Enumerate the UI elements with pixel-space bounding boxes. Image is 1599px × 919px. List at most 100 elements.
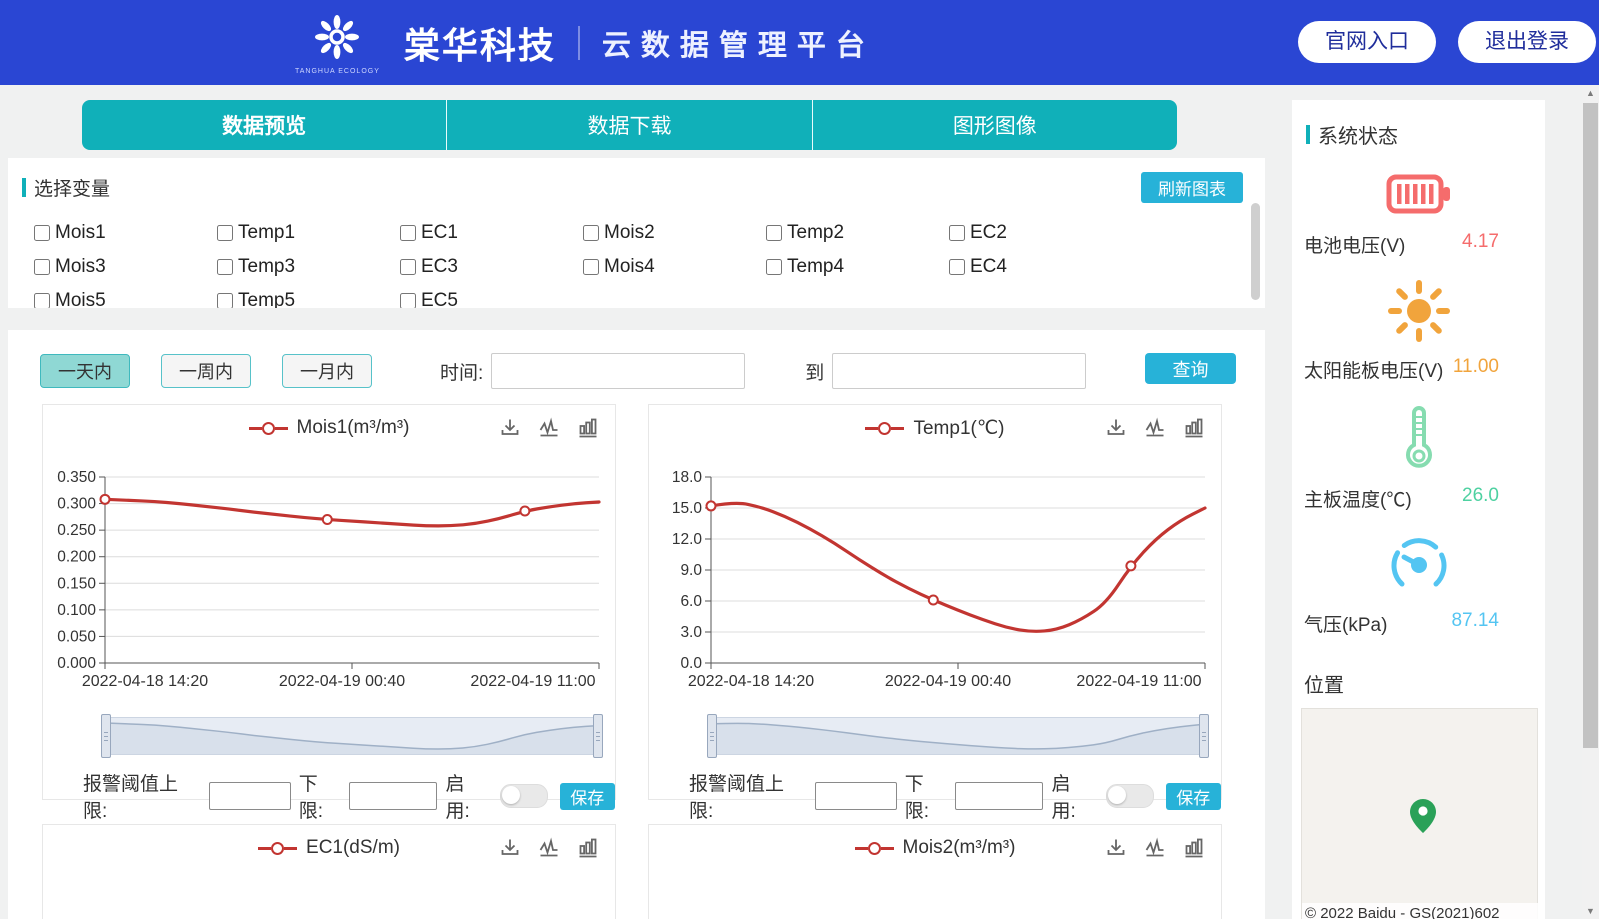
checkbox-ec2[interactable]: EC2	[949, 222, 1132, 244]
alarm-lower-input[interactable]	[349, 782, 437, 810]
legend-line-icon	[855, 847, 868, 850]
checkbox-temp3[interactable]: Temp3	[217, 256, 400, 278]
datazoom-right-handle[interactable]	[593, 714, 603, 758]
bar-chart-icon[interactable]	[577, 417, 599, 439]
board-temp-label: 主板温度(℃)	[1304, 485, 1412, 512]
range-one-day-button[interactable]: 一天内	[40, 354, 130, 388]
temp4-checkbox[interactable]	[766, 259, 782, 275]
alarm-upper-input[interactable]	[815, 782, 897, 810]
scroll-down-arrow[interactable]: ▼	[1582, 903, 1599, 919]
mois4-checkbox[interactable]	[583, 259, 599, 275]
checkbox-mois1[interactable]: Mois1	[34, 222, 217, 244]
download-icon[interactable]	[1105, 417, 1127, 439]
scrollbar-thumb[interactable]	[1583, 103, 1598, 748]
official-site-button[interactable]: 官网入口	[1298, 21, 1436, 63]
temp5-checkbox[interactable]	[217, 293, 233, 308]
download-icon[interactable]	[499, 837, 521, 859]
legend-circle-icon	[262, 422, 275, 435]
battery-metric: 电池电压(V) 4.17	[1292, 171, 1545, 258]
datazoom-right-handle[interactable]	[1199, 714, 1209, 758]
bar-chart-icon[interactable]	[1183, 837, 1205, 859]
download-icon[interactable]	[1105, 837, 1127, 859]
chart-box-ec1: EC1(dS/m)	[42, 824, 616, 919]
map-attribution: © 2022 Baidu - GS(2021)602	[1302, 903, 1541, 919]
download-icon[interactable]	[499, 417, 521, 439]
alarm-save-button[interactable]: 保存	[560, 783, 615, 810]
mois1-chart-plot[interactable]: 0.0000.0500.1000.1500.2000.2500.3000.350…	[43, 461, 613, 689]
alarm-lower-label: 下限:	[905, 769, 948, 823]
svg-text:12.0: 12.0	[672, 531, 703, 548]
time-to-input[interactable]	[832, 353, 1086, 389]
battery-icon	[1386, 171, 1452, 217]
mois2-checkbox[interactable]	[583, 225, 599, 241]
scroll-up-arrow[interactable]: ▲	[1582, 85, 1599, 101]
datazoom-left-handle[interactable]	[101, 714, 111, 758]
refresh-chart-button[interactable]: 刷新图表	[1141, 172, 1243, 203]
ec5-checkbox[interactable]	[400, 293, 416, 308]
checkbox-temp5[interactable]: Temp5	[217, 290, 400, 308]
gauge-icon	[1388, 534, 1450, 596]
legend-line-icon	[891, 427, 904, 430]
ec3-checkbox[interactable]	[400, 259, 416, 275]
mois3-checkbox[interactable]	[34, 259, 50, 275]
ec2-checkbox[interactable]	[949, 225, 965, 241]
location-label: 位置	[1304, 669, 1545, 698]
logout-button[interactable]: 退出登录	[1458, 21, 1596, 63]
alarm-upper-input[interactable]	[209, 782, 291, 810]
svg-text:0.200: 0.200	[57, 549, 96, 566]
system-status-title: 系统状态	[1306, 120, 1545, 149]
checkbox-mois5[interactable]: Mois5	[34, 290, 217, 308]
svg-text:9.0: 9.0	[680, 562, 702, 579]
svg-text:0.150: 0.150	[57, 575, 96, 592]
checkbox-ec3[interactable]: EC3	[400, 256, 583, 278]
checkbox-temp4[interactable]: Temp4	[766, 256, 949, 278]
svg-text:2022-04-18 14:20: 2022-04-18 14:20	[82, 673, 208, 689]
solar-value: 11.00	[1453, 356, 1499, 383]
chart-box-temp1: Temp1(℃) 0.03.06.09.012.015.018.02022-04…	[648, 404, 1222, 800]
mois5-checkbox[interactable]	[34, 293, 50, 308]
tab-data-download[interactable]: 数据下载	[447, 100, 812, 150]
alarm-upper-label: 报警阈值上限:	[689, 769, 807, 823]
bar-chart-icon[interactable]	[1183, 417, 1205, 439]
alarm-save-button[interactable]: 保存	[1166, 783, 1221, 810]
temp1-datazoom-slider[interactable]	[711, 717, 1205, 755]
range-one-month-button[interactable]: 一月内	[282, 354, 372, 388]
chart-toolbox	[499, 417, 599, 439]
temp1-chart-plot[interactable]: 0.03.06.09.012.015.018.02022-04-18 14:20…	[649, 461, 1219, 689]
tab-graphics[interactable]: 图形图像	[813, 100, 1177, 150]
checkbox-mois2[interactable]: Mois2	[583, 222, 766, 244]
checkbox-ec5[interactable]: EC5	[400, 290, 583, 308]
line-chart-icon[interactable]	[1144, 417, 1166, 439]
time-from-input[interactable]	[491, 353, 745, 389]
location-map[interactable]: © 2022 Baidu - GS(2021)602	[1301, 708, 1538, 919]
bar-chart-icon[interactable]	[577, 837, 599, 859]
line-chart-icon[interactable]	[538, 837, 560, 859]
range-one-week-button[interactable]: 一周内	[161, 354, 251, 388]
temp1-checkbox[interactable]	[217, 225, 233, 241]
alarm-enable-toggle[interactable]	[500, 784, 547, 808]
ec4-checkbox[interactable]	[949, 259, 965, 275]
alarm-lower-input[interactable]	[955, 782, 1043, 810]
checkbox-temp2[interactable]: Temp2	[766, 222, 949, 244]
query-button[interactable]: 查询	[1145, 353, 1236, 384]
checkbox-temp1[interactable]: Temp1	[217, 222, 400, 244]
brand-name: 棠华科技	[404, 17, 556, 69]
checkbox-mois4[interactable]: Mois4	[583, 256, 766, 278]
page-scrollbar[interactable]: ▲ ▼	[1582, 85, 1599, 919]
line-chart-icon[interactable]	[1144, 837, 1166, 859]
mois1-checkbox[interactable]	[34, 225, 50, 241]
mois1-datazoom-slider[interactable]	[105, 717, 599, 755]
checkbox-mois3[interactable]: Mois3	[34, 256, 217, 278]
datazoom-left-handle[interactable]	[707, 714, 717, 758]
line-chart-icon[interactable]	[538, 417, 560, 439]
svg-text:2022-04-19 00:40: 2022-04-19 00:40	[279, 673, 405, 689]
tab-data-preview[interactable]: 数据预览	[82, 100, 447, 150]
temp3-checkbox[interactable]	[217, 259, 233, 275]
time-filter-row: 一天内 一周内 一月内 时间: 到 查询	[40, 353, 1086, 389]
variables-scrollbar[interactable]	[1251, 203, 1260, 300]
temp2-checkbox[interactable]	[766, 225, 782, 241]
checkbox-ec1[interactable]: EC1	[400, 222, 583, 244]
checkbox-ec4[interactable]: EC4	[949, 256, 1132, 278]
alarm-enable-toggle[interactable]	[1106, 784, 1153, 808]
ec1-checkbox[interactable]	[400, 225, 416, 241]
